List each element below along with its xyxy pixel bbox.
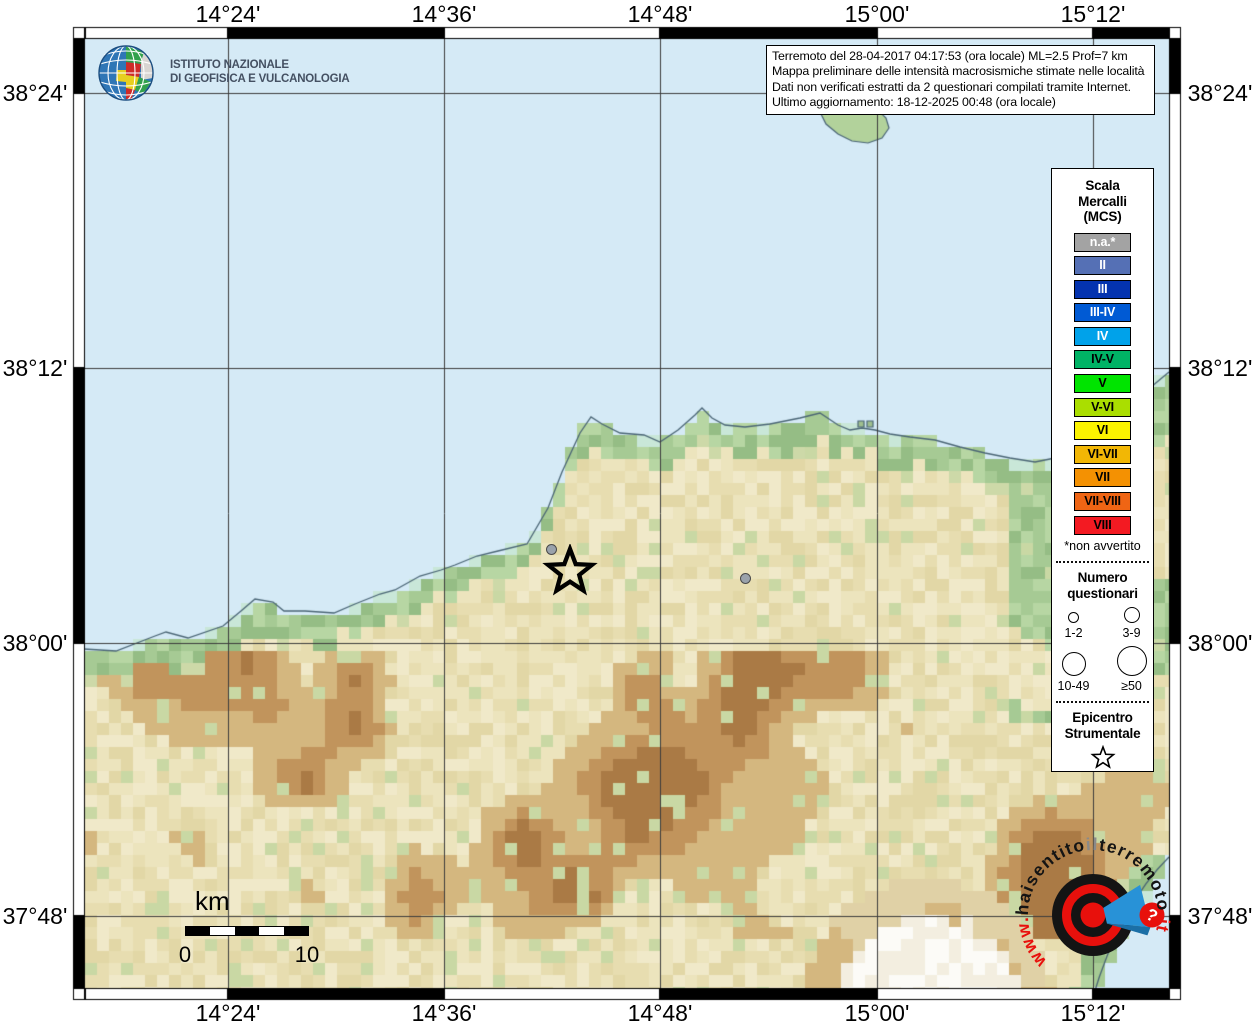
scalebar-segment (235, 927, 259, 935)
haisentitoilterremoto-watermark-logo: ? www.haisentitoilterremoto.it (1003, 825, 1183, 1005)
mercalli-swatch-II: II (1074, 256, 1131, 275)
mercalli-swatch-III-IV: III-IV (1074, 303, 1131, 322)
legend-title-line: Scala (1052, 178, 1153, 194)
ingv-intensity-map-page: ISTITUTO NAZIONALE DI GEOFISICA E VULCAN… (0, 0, 1254, 1024)
questionnaire-size-item: 10-49 (1053, 652, 1095, 693)
questionnaire-size-circle-icon (1124, 607, 1140, 623)
axis-label-right-3: 37°48' (1184, 903, 1254, 929)
questionnaire-size-item: 1-2 (1053, 612, 1095, 640)
questionnaire-size-label: ≥50 (1111, 679, 1153, 693)
axis-label-right-2: 38°00' (1184, 630, 1254, 656)
scalebar-unit: km (195, 886, 230, 917)
epicenter-legend-star-icon (1088, 745, 1118, 773)
scalebar-segment (186, 927, 210, 935)
legend-title: Scala Mercalli (MCS) (1052, 178, 1153, 225)
axis-label-bottom-3: 15°00' (832, 1000, 922, 1024)
questionnaire-size-item: ≥50 (1111, 646, 1153, 693)
mercalli-swatch-VII: VII (1074, 468, 1131, 487)
mercalli-swatch-V: V (1074, 374, 1131, 393)
questionnaire-size-circle-icon (1117, 646, 1147, 676)
scalebar-segment (284, 927, 308, 935)
questionnaires-title-line: questionari (1052, 586, 1153, 602)
mercalli-swatch-VI-VII: VI-VII (1074, 445, 1131, 464)
locality-dot-1 (740, 573, 751, 584)
axis-label-top-2: 14°48' (615, 1, 705, 27)
mercalli-swatch-VIII: VIII (1074, 516, 1131, 535)
legend-title-line: Mercalli (1052, 194, 1153, 210)
scalebar-end: 10 (287, 942, 327, 968)
earthquake-info-box: Terremoto del 28-04-2017 04:17:53 (ora l… (766, 45, 1155, 115)
mercalli-swatch-IV-V: IV-V (1074, 350, 1131, 369)
axis-label-top-1: 14°36' (399, 1, 489, 27)
info-line-data: Dati non verificati estratti da 2 questi… (772, 80, 1149, 95)
questionnaire-size-circle-icon (1068, 612, 1079, 623)
legend-title-line: (MCS) (1052, 209, 1153, 225)
axis-label-left-2: 38°00' (0, 630, 70, 656)
mercalli-swatch-VI: VI (1074, 421, 1131, 440)
legend-footnote: *non avvertito (1052, 539, 1153, 553)
axis-label-bottom-4: 15°12' (1048, 1000, 1138, 1024)
axis-label-top-3: 15°00' (832, 1, 922, 27)
ingv-globe-logo-icon (97, 44, 157, 104)
questionnaire-size-circle-icon (1062, 652, 1086, 676)
scalebar (185, 926, 309, 936)
info-line-event: Terremoto del 28-04-2017 04:17:53 (ora l… (772, 49, 1149, 64)
mercalli-swatch-IV: IV (1074, 327, 1131, 346)
info-line-map: Mappa preliminare delle intensità macros… (772, 64, 1149, 79)
axis-label-bottom-1: 14°36' (399, 1000, 489, 1024)
legend-divider (1056, 701, 1149, 703)
questionnaire-size-row: 1-2 3-9 (1052, 607, 1153, 640)
mercalli-swatch-V-VI: V-VI (1074, 398, 1131, 417)
mercalli-scale-swatches: n.a.*IIIIIIII-IVIVIV-VVV-VIVIVI-VIIVIIVI… (1052, 233, 1153, 535)
axis-label-right-0: 38°24' (1184, 80, 1254, 106)
mercalli-swatch-n.a.*: n.a.* (1074, 233, 1131, 252)
axis-label-left-3: 37°48' (0, 903, 70, 929)
axis-label-bottom-2: 14°48' (615, 1000, 705, 1024)
legend-divider (1056, 561, 1149, 563)
info-line-update: Ultimo aggiornamento: 18-12-2025 00:48 (… (772, 95, 1149, 110)
epicenter-title-line: Epicentro (1052, 710, 1153, 726)
questionnaire-size-item: 3-9 (1111, 607, 1153, 640)
axis-label-bottom-0: 14°24' (183, 1000, 273, 1024)
questionnaire-size-key: 1-2 3-9 10-49 ≥50 (1052, 607, 1153, 693)
ingv-logo-text: ISTITUTO NAZIONALE DI GEOFISICA E VULCAN… (170, 58, 349, 86)
questionnaires-title-line: Numero (1052, 570, 1153, 586)
questionnaire-size-label: 3-9 (1111, 626, 1153, 640)
mercalli-swatch-VII-VIII: VII-VIII (1074, 492, 1131, 511)
mercalli-swatch-III: III (1074, 280, 1131, 299)
scalebar-segment (210, 927, 234, 935)
axis-label-top-0: 14°24' (183, 1, 273, 27)
ingv-logo-line2: DI GEOFISICA E VULCANOLOGIA (170, 72, 349, 86)
legend-panel: Scala Mercalli (MCS) n.a.*IIIIIIII-IVIVI… (1051, 168, 1154, 772)
axis-label-right-1: 38°12' (1184, 355, 1254, 381)
locality-dot-0 (546, 544, 557, 555)
questionnaire-size-label: 1-2 (1053, 626, 1095, 640)
epicenter-title-line: Strumentale (1052, 726, 1153, 742)
ingv-logo-line1: ISTITUTO NAZIONALE (170, 58, 349, 72)
axis-label-left-0: 38°24' (0, 80, 70, 106)
questionnaire-size-label: 10-49 (1053, 679, 1095, 693)
scalebar-start: 0 (165, 942, 205, 968)
questionnaire-size-row: 10-49 ≥50 (1052, 646, 1153, 693)
axis-label-top-4: 15°12' (1048, 1, 1138, 27)
axis-label-left-1: 38°12' (0, 355, 70, 381)
scalebar-segment (259, 927, 283, 935)
